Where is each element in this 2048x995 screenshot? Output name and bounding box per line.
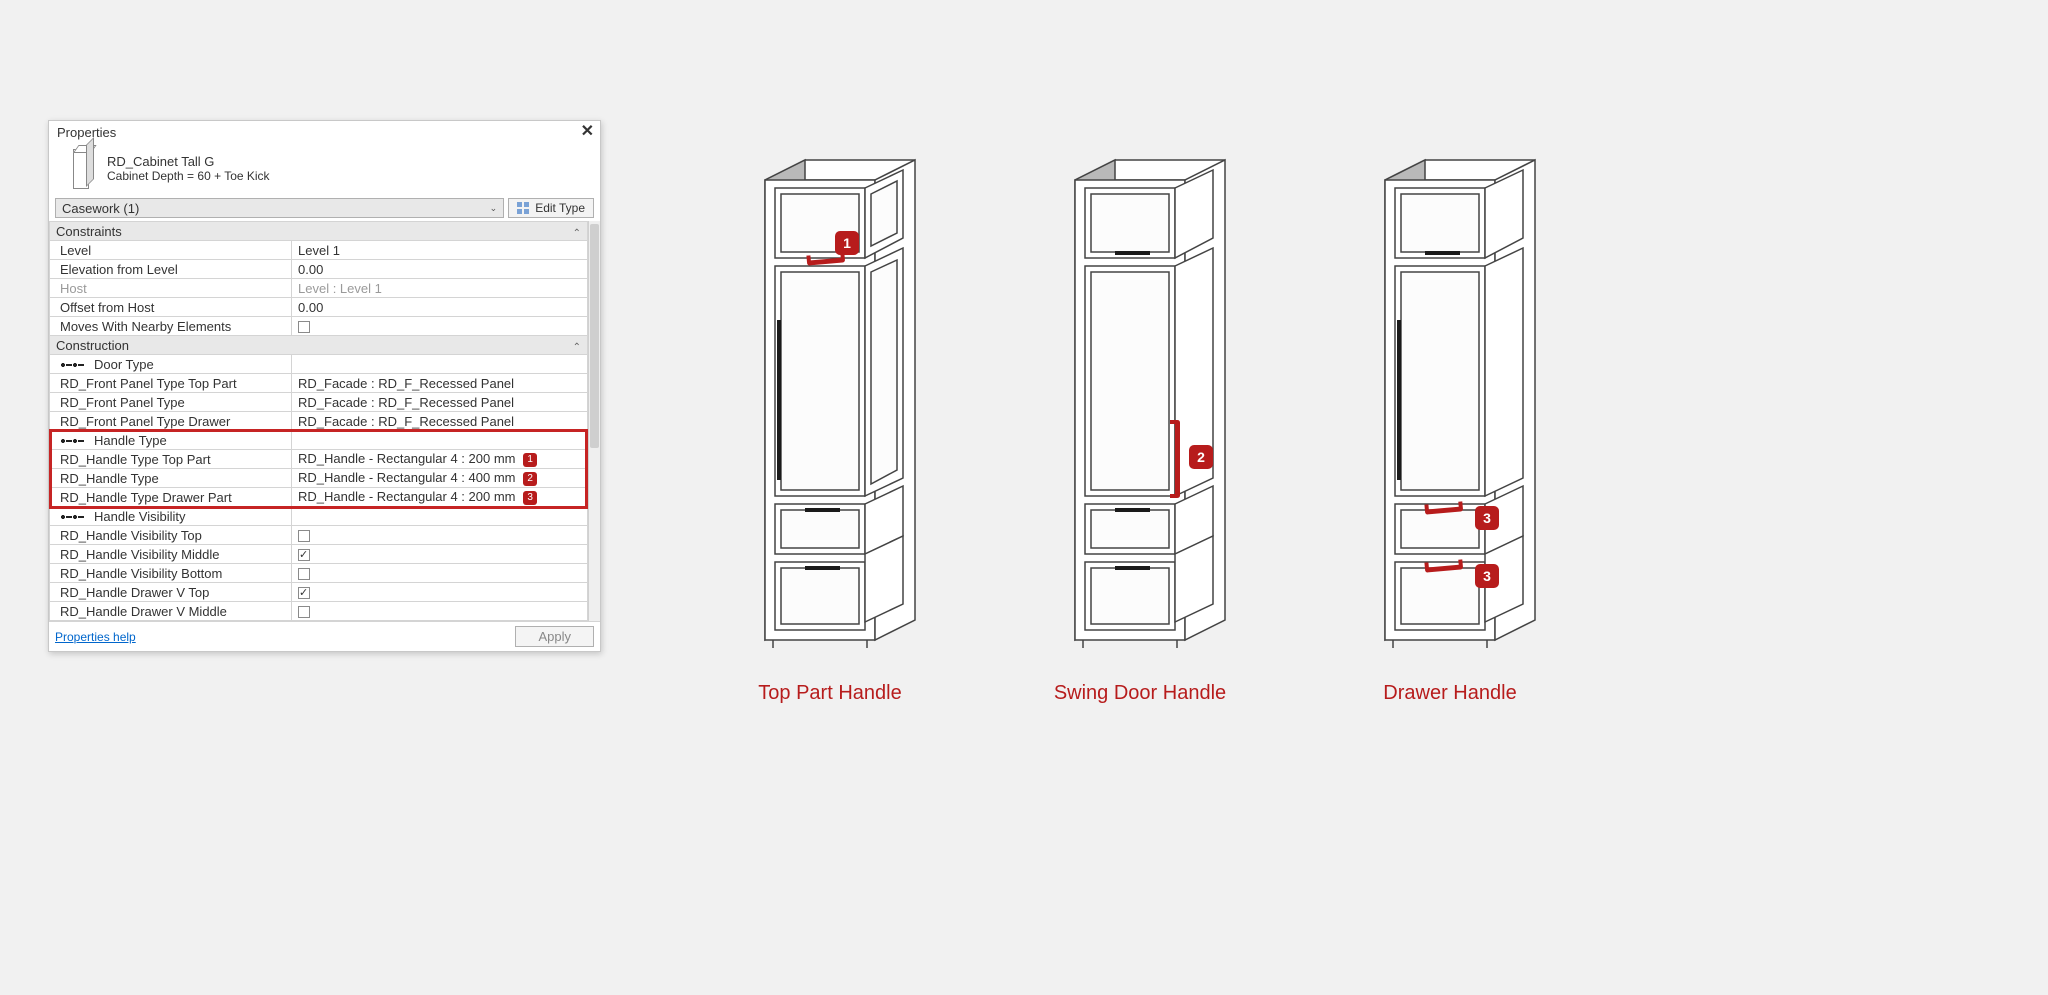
instance-selector-label: Casework (1) [62,201,139,216]
grid-icon [517,202,529,214]
checkbox[interactable] [298,587,310,599]
num-badge: 3 [523,491,537,505]
prop-value[interactable] [292,526,588,545]
prop-label: Offset from Host [50,298,292,317]
cabinet-diagram-2: 2 Swing Door Handle [990,150,1290,705]
prop-value[interactable]: RD_Facade : RD_F_Recessed Panel [292,412,588,431]
table-row: RD_Handle Type Top PartRD_Handle - Recta… [50,450,588,469]
cabinet-label-3: Drawer Handle [1300,682,1600,705]
table-row: Moves With Nearby Elements [50,317,588,336]
table-row: RD_Handle Visibility Top [50,526,588,545]
edit-type-button[interactable]: Edit Type [508,198,594,218]
prop-value[interactable]: Level 1 [292,241,588,260]
prop-value[interactable] [292,545,588,564]
properties-table: Constraints⌃LevelLevel 1Elevation from L… [49,221,588,621]
cabinet-svg [1035,150,1245,650]
prop-label: RD_Handle Visibility Top [50,526,292,545]
prop-label: Level [50,241,292,260]
num-badge: 1 [523,453,537,467]
properties-body: Constraints⌃LevelLevel 1Elevation from L… [49,221,600,621]
section-header[interactable]: Construction [50,336,292,355]
prop-value[interactable]: RD_Handle - Rectangular 4 : 200 mm 3 [292,488,588,507]
scrollbar-thumb[interactable] [590,224,599,448]
cabinet-diagram-3: 3 3 Drawer Handle [1300,150,1600,705]
table-row: RD_Handle TypeRD_Handle - Rectangular 4 … [50,469,588,488]
checkbox[interactable] [298,606,310,618]
checkbox[interactable] [298,549,310,561]
prop-label: Host [50,279,292,298]
prop-value[interactable]: RD_Facade : RD_F_Recessed Panel [292,393,588,412]
checkbox[interactable] [298,321,310,333]
subheader: Door Type [50,355,292,374]
table-row: Offset from Host0.00 [50,298,588,317]
callout-badge-3b: 3 [1475,564,1499,588]
handle-highlight-door [1175,420,1180,498]
apply-button[interactable]: Apply [515,626,594,647]
type-swatch-icon [67,147,95,189]
cabinet-svg [1345,150,1555,650]
table-row: RD_Handle Drawer V Top [50,583,588,602]
prop-value[interactable]: 0.00 [292,260,588,279]
subheader: Handle Type [50,431,292,450]
cabinet-svg [725,150,935,650]
prop-label: Elevation from Level [50,260,292,279]
prop-label: RD_Handle Type Top Part [50,450,292,469]
prop-value[interactable]: Level : Level 1 [292,279,588,298]
table-row: Elevation from Level0.00 [50,260,588,279]
family-type-header[interactable]: RD_Cabinet Tall G Cabinet Depth = 60 + T… [49,143,600,195]
cabinet-diagram-1: 1 Top Part Handle [680,150,980,705]
scrollbar[interactable] [588,221,600,621]
close-icon[interactable]: ✕ [581,124,594,140]
edit-type-label: Edit Type [535,201,585,215]
prop-label: RD_Front Panel Type Drawer [50,412,292,431]
prop-value[interactable] [292,564,588,583]
panel-titlebar: Properties ✕ [49,121,600,143]
subheader: Handle Visibility [50,507,292,526]
callout-badge-3a: 3 [1475,506,1499,530]
family-type-sub: Cabinet Depth = 60 + Toe Kick [107,169,270,183]
cabinet-label-2: Swing Door Handle [990,682,1290,705]
prop-value[interactable] [292,602,588,621]
callout-badge-2: 2 [1189,445,1213,469]
prop-label: RD_Handle Type [50,469,292,488]
panel-footer: Properties help Apply [49,621,600,651]
num-badge: 2 [523,472,537,486]
family-type-name: RD_Cabinet Tall G [107,154,270,169]
table-row: RD_Handle Type Drawer PartRD_Handle - Re… [50,488,588,507]
instance-selector[interactable]: Casework (1) ⌄ [55,198,504,218]
checkbox[interactable] [298,530,310,542]
table-row: RD_Handle Visibility Bottom [50,564,588,583]
table-row: RD_Handle Drawer V Middle [50,602,588,621]
chevron-down-icon: ⌄ [490,203,498,214]
prop-label: RD_Handle Visibility Bottom [50,564,292,583]
prop-label: RD_Handle Visibility Middle [50,545,292,564]
table-row: HostLevel : Level 1 [50,279,588,298]
table-row: RD_Front Panel Type Top PartRD_Facade : … [50,374,588,393]
prop-label: RD_Front Panel Type [50,393,292,412]
prop-label: RD_Handle Type Drawer Part [50,488,292,507]
prop-value[interactable]: 0.00 [292,298,588,317]
prop-value[interactable]: RD_Handle - Rectangular 4 : 200 mm 1 [292,450,588,469]
properties-help-link[interactable]: Properties help [55,630,136,644]
properties-panel: Properties ✕ RD_Cabinet Tall G Cabinet D… [48,120,601,652]
table-row: LevelLevel 1 [50,241,588,260]
table-row: RD_Front Panel Type DrawerRD_Facade : RD… [50,412,588,431]
prop-label: RD_Handle Drawer V Top [50,583,292,602]
prop-value[interactable]: RD_Handle - Rectangular 4 : 400 mm 2 [292,469,588,488]
section-header[interactable]: Constraints [50,222,292,241]
panel-title: Properties [57,125,116,140]
prop-value[interactable] [292,583,588,602]
prop-label: RD_Front Panel Type Top Part [50,374,292,393]
checkbox[interactable] [298,568,310,580]
cabinet-label-1: Top Part Handle [680,682,980,705]
prop-value[interactable] [292,317,588,336]
table-row: RD_Front Panel TypeRD_Facade : RD_F_Rece… [50,393,588,412]
prop-label: RD_Handle Drawer V Middle [50,602,292,621]
table-row: RD_Handle Visibility Middle [50,545,588,564]
prop-value[interactable]: RD_Facade : RD_F_Recessed Panel [292,374,588,393]
prop-label: Moves With Nearby Elements [50,317,292,336]
callout-badge-1: 1 [835,231,859,255]
